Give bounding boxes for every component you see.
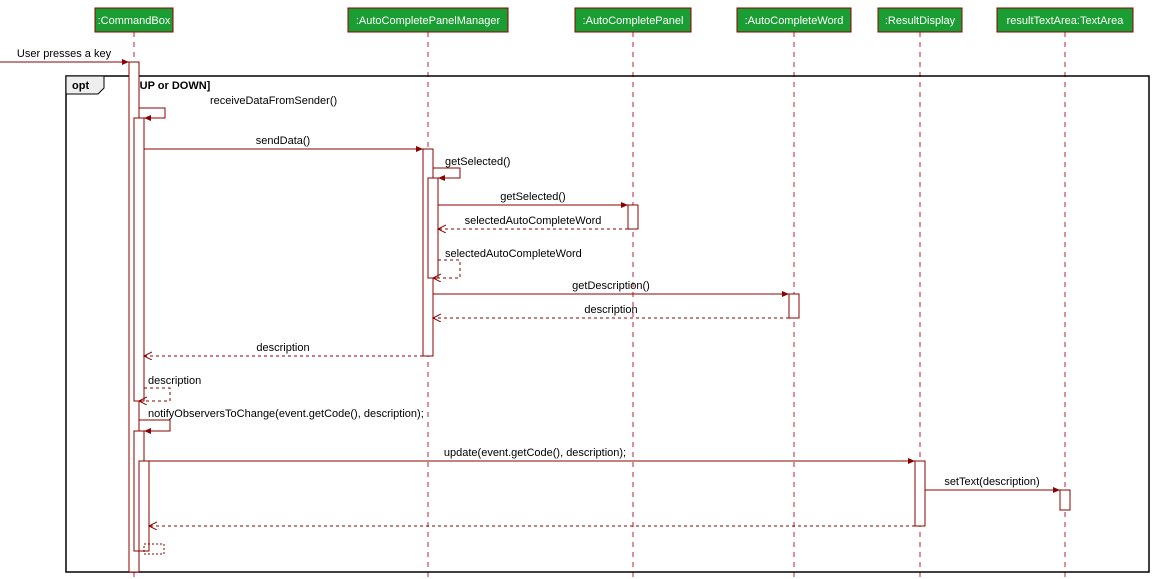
svg-text:notifyObserversToChange(event.: notifyObserversToChange(event.getCode(),… xyxy=(148,408,424,420)
svg-text:update(event.getCode(), descri: update(event.getCode(), description); xyxy=(444,447,626,459)
svg-text::CommandBox: :CommandBox xyxy=(98,15,171,27)
participant-ta: resultTextArea:TextArea xyxy=(997,8,1133,32)
svg-text:getSelected(): getSelected() xyxy=(445,156,510,168)
svg-text:description: description xyxy=(148,375,201,387)
msg-user-presses-key: User presses a key xyxy=(0,48,129,62)
svg-text:[UP or DOWN]: [UP or DOWN] xyxy=(136,80,211,92)
msg-description-return-cmd: description xyxy=(144,342,423,356)
msg-set-text: setText(description) xyxy=(925,476,1060,490)
svg-text:setText(description): setText(description) xyxy=(944,476,1039,488)
msg-notify-observers: notifyObserversToChange(event.getCode(),… xyxy=(139,408,424,431)
svg-text:description: description xyxy=(584,304,637,316)
svg-text:getSelected(): getSelected() xyxy=(500,191,565,203)
svg-text:getDescription(): getDescription() xyxy=(572,280,650,292)
svg-text:selectedAutoCompleteWord: selectedAutoCompleteWord xyxy=(465,215,602,227)
svg-text::ResultDisplay: :ResultDisplay xyxy=(885,15,956,27)
opt-frame: opt [UP or DOWN] xyxy=(66,76,1149,572)
msg-description-self: description xyxy=(139,375,201,401)
svg-text:selectedAutoCompleteWord: selectedAutoCompleteWord xyxy=(445,248,582,260)
msg-selected-word-return: selectedAutoCompleteWord xyxy=(438,215,628,229)
svg-text:User presses a key: User presses a key xyxy=(17,48,112,60)
participant-acw: :AutoCompleteWord xyxy=(737,8,851,32)
svg-text:opt: opt xyxy=(72,80,89,92)
svg-text:sendData(): sendData() xyxy=(256,135,310,147)
participant-acpm: :AutoCompletePanelManager xyxy=(348,8,508,32)
msg-send-data: sendData() xyxy=(144,135,423,149)
svg-text:receiveDataFromSender(): receiveDataFromSender() xyxy=(210,95,337,107)
msg-get-selected-panel: getSelected() xyxy=(438,191,628,205)
svg-text::AutoCompleteWord: :AutoCompleteWord xyxy=(745,15,844,27)
svg-text:resultTextArea:TextArea: resultTextArea:TextArea xyxy=(1007,15,1125,27)
svg-text::AutoCompletePanelManager: :AutoCompletePanelManager xyxy=(356,15,501,27)
msg-selected-word-self: selectedAutoCompleteWord xyxy=(433,248,582,278)
msg-get-description: getDescription() xyxy=(433,280,789,294)
svg-text:description: description xyxy=(256,342,309,354)
msg-get-selected-self: getSelected() xyxy=(433,156,510,178)
msg-update: update(event.getCode(), description); xyxy=(149,447,915,461)
msg-receive-data: receiveDataFromSender() xyxy=(139,95,337,118)
participant-rd: :ResultDisplay xyxy=(878,8,962,32)
participant-acp: :AutoCompletePanel xyxy=(575,8,691,32)
msg-description-return-acw: description xyxy=(433,304,789,318)
svg-text::AutoCompletePanel: :AutoCompletePanel xyxy=(583,15,684,27)
participant-command-box: :CommandBox xyxy=(95,8,173,32)
